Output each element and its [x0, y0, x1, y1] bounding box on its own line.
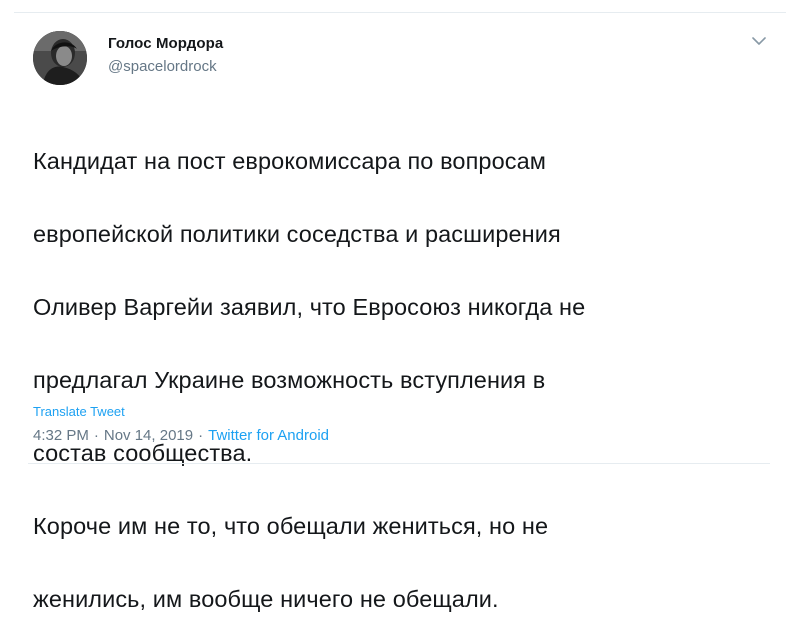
tweet-text-line: женились, им вообще ничего не обещали. [33, 585, 499, 612]
tweet-source-link[interactable]: Twitter for Android [208, 427, 329, 444]
tweet-date[interactable]: Nov 14, 2019 [104, 427, 193, 444]
meta-separator: · [93, 427, 99, 444]
translate-tweet-link[interactable]: Translate Tweet [33, 404, 125, 420]
tweet-text-line: европейской политики соседства и расшире… [33, 220, 561, 247]
tweet-text-line: предлагал Украине возможность вступления… [33, 366, 546, 393]
author-display-name[interactable]: Голос Мордора [108, 35, 223, 53]
tweet-text-line: Кандидат на пост еврокомиссара по вопрос… [33, 147, 547, 174]
tweet-text-line: Оливер Варгейи заявил, что Евросоюз нико… [33, 293, 586, 320]
top-divider [14, 12, 786, 13]
tweet-author: Голос Мордора @spacelordrock [108, 35, 223, 76]
tweet-text-line: Короче им не то, что обещали жениться, н… [33, 512, 549, 539]
avatar[interactable] [33, 31, 87, 85]
tweet-time[interactable]: 4:32 PM [33, 427, 89, 444]
meta-separator: · [198, 427, 204, 444]
tweet-card: Голос Мордора @spacelordrock Кандидат на… [0, 0, 800, 612]
bottom-divider [28, 463, 770, 464]
tweet-meta: 4:32 PM · Nov 14, 2019 · Twitter for Android [33, 427, 329, 445]
avatar-image [33, 31, 87, 85]
author-handle[interactable]: @spacelordrock [108, 58, 223, 76]
tweet-text: Кандидат на пост еврокомиссара по вопрос… [33, 106, 773, 617]
chevron-down-icon[interactable] [749, 33, 769, 49]
